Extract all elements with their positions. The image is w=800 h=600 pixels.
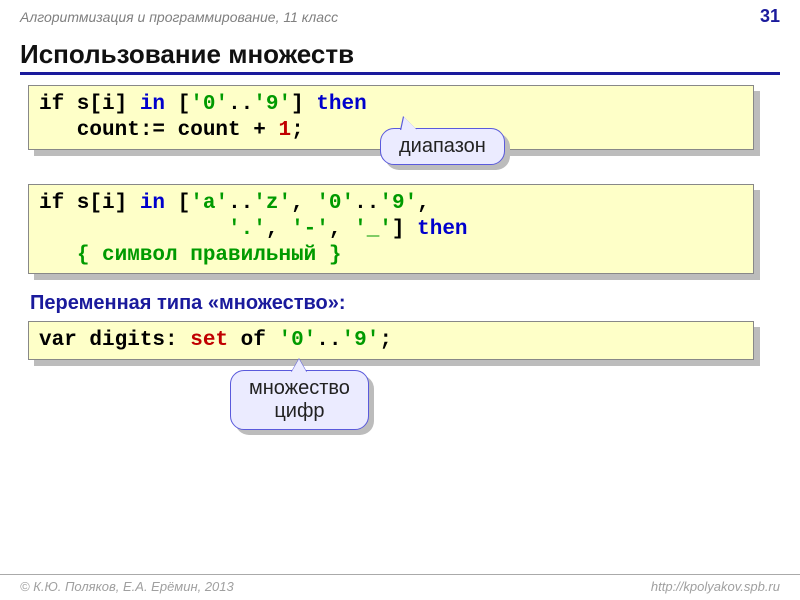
code-text [39,218,228,241]
code-text: .. [316,329,341,352]
keyword-then: then [316,93,366,116]
code-text: .. [228,93,253,116]
code-block-2: if s[i] in ['a'..'z', '0'..'9', '.', '-'… [28,184,754,275]
code-text: .. [228,192,253,215]
literal: '.' [228,218,266,241]
subheading: Переменная типа «множество»: [30,292,780,315]
code-text: , [266,218,291,241]
code-text: if s[i] [39,93,140,116]
literal: '0' [278,329,316,352]
footer: © К.Ю. Поляков, Е.А. Ерёмин, 2013 http:/… [0,574,800,594]
literal: 'z' [253,192,291,215]
code-text: , [329,218,354,241]
literal: '9' [379,192,417,215]
keyword-then: then [417,218,467,241]
callout-label: диапазон [380,128,505,165]
code-text: ] [291,93,316,116]
breadcrumb: Алгоритмизация и программирование, 11 кл… [20,9,338,25]
copyright: © К.Ю. Поляков, Е.А. Ерёмин, 2013 [20,579,234,594]
keyword-in: in [140,93,165,116]
number: 1 [278,119,291,142]
code-block-3: var digits: set of '0'..'9'; [28,321,754,359]
comment: { символ правильный } [77,244,342,267]
header: Алгоритмизация и программирование, 11 кл… [0,0,800,31]
code-text: if s[i] [39,192,140,215]
code-text [39,244,77,267]
code-text: ] [392,218,417,241]
code-text: var digits: [39,329,190,352]
code-text: ; [379,329,392,352]
literal: '9' [253,93,291,116]
code-text: of [228,329,278,352]
literal: '_' [354,218,392,241]
keyword-set: set [190,329,228,352]
literal: '-' [291,218,329,241]
code-text: ; [291,119,304,142]
code-text: , [417,192,430,215]
keyword-in: in [140,192,165,215]
literal: 'a' [190,192,228,215]
literal: '0' [316,192,354,215]
literal: '0' [190,93,228,116]
code-text: [ [165,192,190,215]
callout-range: диапазон [380,128,505,165]
literal: '9' [342,329,380,352]
code-text: .. [354,192,379,215]
footer-url: http://kpolyakov.spb.ru [651,579,780,594]
page-number: 31 [760,6,780,27]
code-text: [ [165,93,190,116]
page-title: Использование множеств [20,39,780,75]
callout-digit-set: множество цифр [230,370,369,430]
code-text: count:= count + [39,119,278,142]
callout-label: множество цифр [230,370,369,430]
code-text: , [291,192,316,215]
